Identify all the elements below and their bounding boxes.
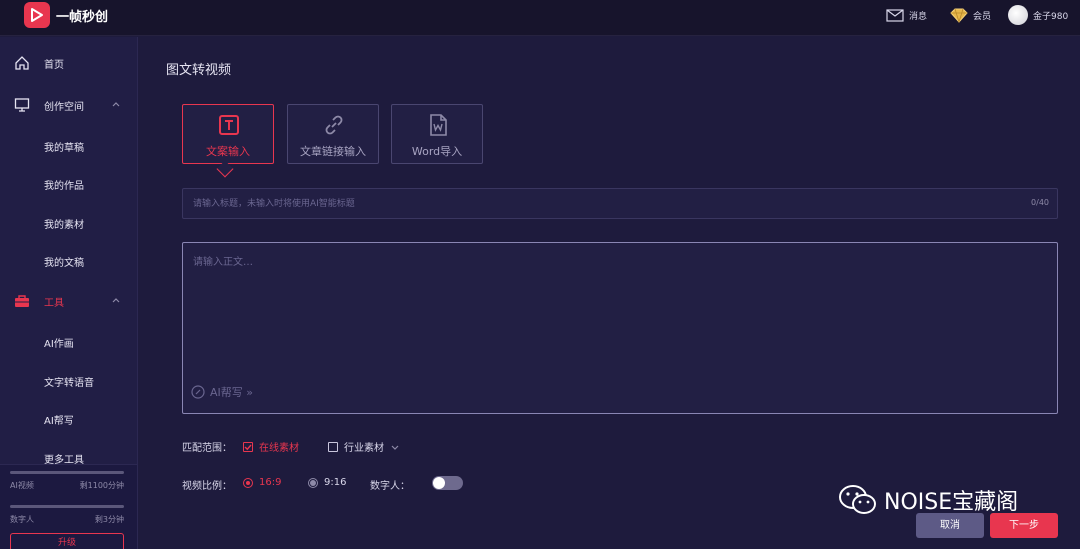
digital-human-quota-value: 剩3分钟: [94, 515, 124, 524]
vip-label: 会员: [973, 11, 992, 22]
ai-help-label: AI帮写 »: [210, 386, 253, 399]
word-file-icon: [430, 114, 447, 136]
online-material-option[interactable]: 在线素材: [243, 439, 299, 454]
sidebar-item-text-to-speech[interactable]: 文字转语音: [0, 368, 137, 394]
sidebar-item-label: 文字转语音: [44, 378, 94, 389]
toggle-knob: [433, 477, 445, 489]
title-char-count: 0/40: [1031, 198, 1049, 207]
sidebar-item-label: 我的草稿: [44, 143, 84, 154]
digital-human-toggle[interactable]: [432, 476, 463, 490]
title-field[interactable]: 0/40: [182, 188, 1058, 219]
link-icon: [325, 115, 343, 135]
sidebar-item-manuscripts[interactable]: 我的文稿: [0, 248, 137, 274]
sidebar-item-materials[interactable]: 我的素材: [0, 210, 137, 236]
online-material-label: 在线素材: [259, 443, 299, 454]
sidebar-item-ai-painting[interactable]: AI作画: [0, 329, 137, 355]
messages-button[interactable]: 消息: [886, 5, 927, 25]
sidebar-item-tools[interactable]: 工具: [0, 288, 137, 314]
ratio-16-9-option[interactable]: 16:9: [243, 477, 281, 488]
envelope-icon: [886, 8, 904, 22]
watermark: NOISE宝藏阁: [838, 484, 1018, 516]
watermark-text: NOISE宝藏阁: [884, 490, 1019, 515]
sidebar-item-label: 我的素材: [44, 220, 84, 231]
body-textarea[interactable]: [193, 253, 1043, 363]
digital-human-quota-bar: [10, 505, 124, 508]
sidebar-item-label: 工具: [44, 298, 64, 309]
match-range-label: 匹配范围：: [182, 443, 232, 454]
ratio-16-9-label: 16:9: [259, 477, 282, 488]
diamond-icon: [950, 8, 968, 23]
industry-material-option[interactable]: 行业素材: [328, 439, 400, 454]
chevron-up-icon[interactable]: [111, 295, 121, 305]
wechat-icon: [839, 485, 876, 514]
text-icon: [219, 115, 239, 135]
sidebar-item-label: AI作画: [44, 339, 74, 350]
tab-label: Word导入: [411, 145, 463, 158]
next-step-button[interactable]: 下一步: [990, 513, 1058, 538]
ratio-9-16-label: 9:16: [324, 477, 347, 488]
chevron-down-icon[interactable]: [390, 442, 400, 452]
industry-material-checkbox[interactable]: [328, 441, 338, 452]
ai-video-quota-bar: [10, 471, 124, 474]
sidebar-item-ai-writing[interactable]: AI帮写: [0, 406, 137, 432]
digital-human-quota-label: 数字人: [10, 515, 34, 524]
cancel-button[interactable]: 取消: [916, 513, 984, 538]
industry-material-label: 行业素材: [344, 443, 384, 454]
home-icon: [15, 56, 29, 70]
sidebar-item-home[interactable]: 首页: [0, 50, 137, 76]
vip-button[interactable]: 会员: [950, 5, 991, 25]
sidebar-item-drafts[interactable]: 我的草稿: [0, 133, 137, 159]
ai-video-quota-value: 剩1100分钟: [79, 481, 124, 490]
check-icon: [244, 444, 252, 450]
tab-link-input[interactable]: 文章链接输入: [287, 104, 379, 164]
tab-word-import[interactable]: Word导入: [391, 104, 483, 164]
sidebar-item-label: 创作空间: [44, 102, 84, 113]
sidebar-item-creation-space[interactable]: 创作空间: [0, 92, 137, 118]
sidebar: 首页 创作空间 我的草稿 我的作品 我的素材 我的文稿 工具 AI作画 文字转语…: [0, 37, 138, 549]
title-input[interactable]: [193, 196, 1013, 212]
ratio-16-9-radio[interactable]: [243, 477, 253, 488]
coins-label: 金子980: [1033, 11, 1069, 22]
video-ratio-label: 视频比例：: [182, 481, 232, 492]
sidebar-item-label: AI帮写: [44, 416, 74, 427]
tab-label: 文章链接输入: [300, 145, 366, 158]
ai-help-icon: [191, 385, 205, 399]
ai-video-quota-label: AI视频: [10, 481, 34, 490]
user-menu[interactable]: 金子980: [1008, 5, 1068, 25]
sidebar-item-label: 首页: [44, 60, 64, 71]
sidebar-item-label: 我的作品: [44, 181, 84, 192]
online-material-checkbox[interactable]: [243, 441, 253, 452]
messages-label: 消息: [909, 11, 928, 22]
body-text-field[interactable]: AI帮写 »: [182, 242, 1058, 414]
ratio-9-16-radio[interactable]: [308, 477, 318, 488]
upgrade-button[interactable]: 升级: [10, 533, 124, 549]
avatar[interactable]: [1008, 5, 1028, 25]
app-name[interactable]: 一帧秒创: [56, 6, 108, 25]
chevron-up-icon[interactable]: [111, 99, 121, 109]
page-title: 图文转视频: [166, 63, 232, 78]
monitor-icon: [14, 98, 30, 112]
digital-human-label: 数字人：: [370, 481, 410, 492]
sidebar-item-label: 我的文稿: [44, 258, 84, 269]
app-logo-icon[interactable]: [24, 2, 50, 28]
ratio-9-16-option[interactable]: 9:16: [308, 477, 346, 488]
ai-help-button[interactable]: AI帮写 »: [191, 384, 253, 400]
toolbox-icon: [15, 295, 29, 307]
top-bar: 一帧秒创 消息 会员 金子980: [0, 0, 1080, 36]
sidebar-item-works[interactable]: 我的作品: [0, 171, 137, 197]
tab-label: 文案输入: [206, 145, 250, 158]
tab-text-input[interactable]: 文案输入: [182, 104, 274, 164]
